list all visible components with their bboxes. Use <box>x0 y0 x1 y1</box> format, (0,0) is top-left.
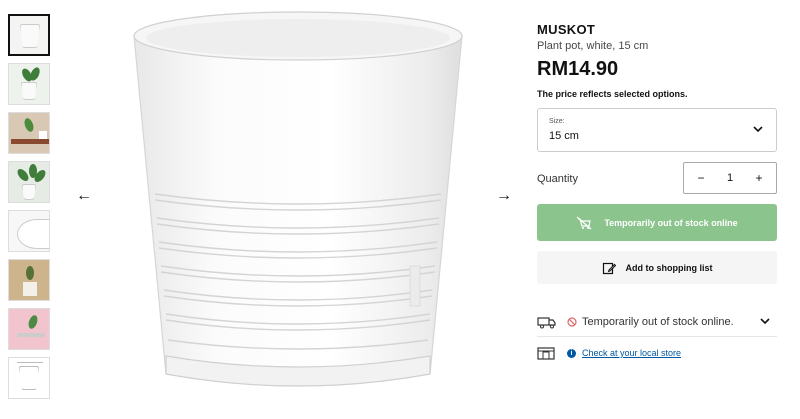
thumbnail-pink-scene[interactable] <box>8 308 50 350</box>
thumbnail-pot-with-plant[interactable] <box>8 63 50 105</box>
info-icon: i <box>567 348 576 358</box>
store-availability: i Check at your local store <box>537 346 681 360</box>
quantity-value[interactable]: 1 <box>727 172 733 184</box>
product-description: Plant pot, white, 15 cm <box>537 40 649 52</box>
size-select[interactable]: Size: 15 cm <box>537 108 777 152</box>
out-of-stock-label: Temporarily out of stock online <box>604 217 738 228</box>
quantity-increment-button[interactable]: + <box>752 171 766 185</box>
next-image-arrow-icon[interactable]: → <box>494 186 514 206</box>
cart-disabled-icon <box>576 216 592 229</box>
quantity-decrement-button[interactable]: − <box>694 171 708 185</box>
size-value: 15 cm <box>549 130 579 142</box>
quantity-label: Quantity <box>537 173 578 185</box>
chevron-down-icon <box>753 126 763 133</box>
product-info: MUSKOT Plant pot, white, 15 cm RM14.90 T… <box>537 22 777 99</box>
store-icon <box>537 347 555 360</box>
chevron-down-icon <box>760 318 770 325</box>
product-name: MUSKOT <box>537 22 596 37</box>
thumbnail-pot-detail[interactable] <box>8 210 50 252</box>
add-to-shopping-list-label: Add to shopping list <box>625 262 713 273</box>
check-local-store-link[interactable]: Check at your local store <box>582 348 681 358</box>
thumbnail-room-scene[interactable] <box>8 259 50 301</box>
truck-icon <box>537 317 556 329</box>
divider <box>537 336 777 337</box>
out-of-stock-button: Temporarily out of stock online <box>537 204 777 241</box>
edit-list-icon <box>602 262 616 274</box>
unavailable-icon <box>567 317 577 327</box>
thumbnail-plant-closeup[interactable] <box>8 161 50 203</box>
add-to-shopping-list-button[interactable]: Add to shopping list <box>537 251 777 284</box>
size-label: Size: <box>549 118 565 125</box>
product-price: RM14.90 <box>537 58 619 80</box>
price-note: The price reflects selected options. <box>537 89 688 99</box>
thumbnail-pot-white[interactable] <box>8 14 50 56</box>
thumbnail-list <box>8 14 52 406</box>
previous-image-arrow-icon[interactable]: ← <box>74 186 94 206</box>
product-main-image <box>133 11 463 387</box>
delivery-availability[interactable]: Temporarily out of stock online. <box>537 311 777 333</box>
delivery-status-text: Temporarily out of stock online. <box>582 316 734 328</box>
thumbnail-table-scene[interactable] <box>8 112 50 154</box>
thumbnail-dimensions[interactable] <box>8 357 50 399</box>
quantity-stepper: − 1 + <box>683 162 777 194</box>
